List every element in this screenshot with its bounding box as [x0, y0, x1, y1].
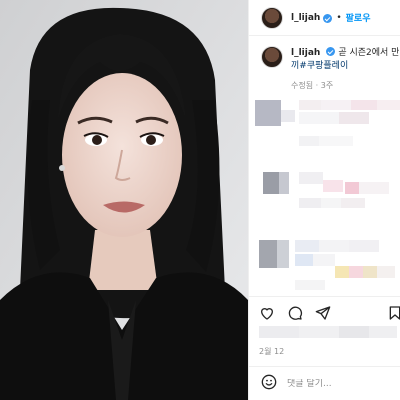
heart-icon[interactable] [257, 303, 277, 323]
share-icon[interactable] [313, 303, 333, 323]
caption-verified-icon [326, 47, 336, 56]
separator-dot: • [336, 12, 342, 23]
post-image [0, 0, 248, 400]
emoji-icon[interactable] [261, 374, 277, 394]
post-date: 2월 12 [259, 347, 285, 356]
post-age: · 3주 [315, 81, 334, 90]
comment-icon[interactable] [285, 303, 305, 323]
post-header: l_lijah • 팔로우 [249, 0, 400, 36]
caption-line1: 곧 시즌2에서 만 [338, 48, 400, 58]
edited-label: 수정됨 [291, 81, 314, 90]
post-photo[interactable] [0, 0, 248, 400]
action-bar [249, 296, 400, 326]
verified-icon [323, 14, 333, 23]
username[interactable]: l_lijah [291, 13, 320, 23]
post-side-panel: l_lijah • 팔로우 l_lijah 곧 시즌2에서 만 끼#쿠팡플레이 수… [248, 0, 400, 400]
bookmark-icon[interactable] [385, 303, 400, 323]
avatar[interactable] [261, 6, 283, 29]
comment-input[interactable] [287, 378, 397, 389]
caption-text: l_lijah 곧 시즌2에서 만 끼#쿠팡플레이 [291, 46, 399, 73]
caption-username[interactable]: l_lijah [291, 48, 320, 58]
caption: l_lijah 곧 시즌2에서 만 끼#쿠팡플레이 [261, 46, 400, 73]
post-meta: 수정됨 · 3주 [291, 80, 333, 91]
caption-avatar[interactable] [261, 46, 283, 68]
comment-bar [249, 366, 400, 400]
follow-button[interactable]: 팔로우 [346, 11, 371, 24]
caption-hashtag[interactable]: 끼#쿠팡플레이 [291, 61, 348, 71]
